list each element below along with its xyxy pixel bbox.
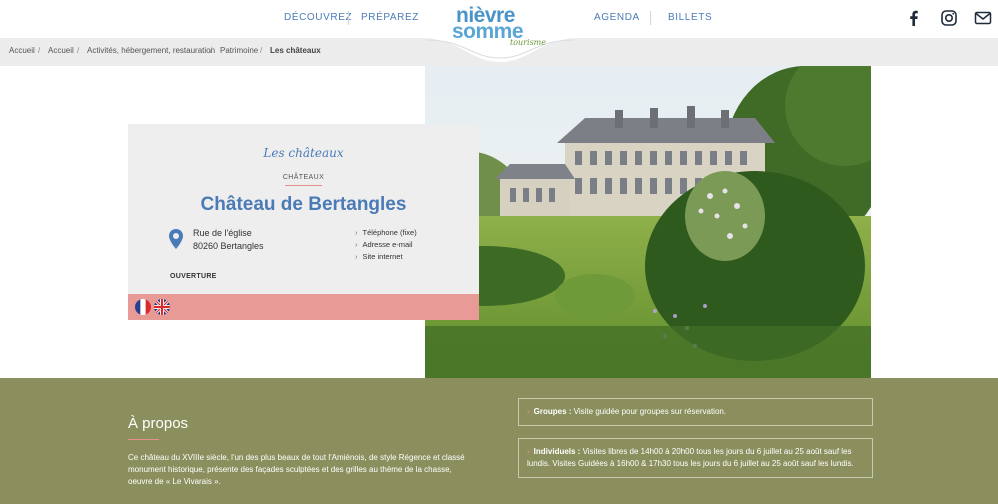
- groups-text: Visite guidée pour groupes sur réservati…: [571, 407, 727, 416]
- about-section: À propos Ce château du XVIIIe siècle, l'…: [0, 378, 998, 504]
- contact-email-link[interactable]: › Adresse e-mail: [355, 240, 413, 249]
- logo-text-tourisme: tourisme: [510, 38, 546, 47]
- breadcrumb-item[interactable]: Patrimoine: [220, 46, 258, 55]
- breadcrumb-item[interactable]: Accueil: [9, 46, 35, 55]
- about-underline: [128, 439, 159, 440]
- address-street: Rue de l'église: [193, 228, 252, 238]
- breadcrumb-separator: /: [38, 46, 41, 55]
- breadcrumb-separator: /: [260, 46, 263, 55]
- site-logo[interactable]: nièvre somme tourisme: [420, 0, 580, 62]
- category-script-title: Les châteaux: [263, 146, 344, 160]
- attraction-card: Les châteaux CHÂTEAUX Château de Bertang…: [128, 124, 479, 320]
- breadcrumb-separator: /: [210, 46, 213, 55]
- contact-phone-link[interactable]: › Téléphone (fixe): [355, 228, 417, 237]
- nav-agenda[interactable]: AGENDA: [594, 12, 640, 23]
- individuals-visit-box: › Individuels : Visites libres de 14h00 à…: [518, 438, 873, 478]
- groups-label: Groupes :: [533, 407, 572, 416]
- fr-flag-icon[interactable]: [135, 299, 151, 315]
- chevron-right-icon: ›: [527, 407, 530, 416]
- contact-website-link[interactable]: › Site internet: [355, 252, 403, 261]
- chevron-right-icon: ›: [355, 240, 358, 249]
- nav-billets[interactable]: BILLETS: [668, 12, 712, 23]
- language-bar: [128, 294, 479, 320]
- category-label: CHÂTEAUX: [282, 174, 325, 181]
- map-pin-icon: [169, 229, 183, 249]
- chevron-right-icon: ›: [355, 228, 358, 237]
- individuals-label: Individuels :: [533, 447, 581, 456]
- nav-divider: [650, 11, 651, 25]
- breadcrumb-item[interactable]: Accueil: [48, 46, 74, 55]
- address-city: 80260 Bertangles: [193, 241, 264, 251]
- category-underline: [285, 185, 322, 186]
- contact-website-label: Site internet: [362, 252, 403, 261]
- breadcrumb-separator: /: [77, 46, 80, 55]
- breadcrumb-current: Les châteaux: [270, 46, 321, 55]
- chevron-right-icon: ›: [527, 447, 530, 456]
- opening-label: OUVERTURE: [170, 273, 217, 280]
- mail-icon[interactable]: [974, 9, 992, 27]
- chateau-photo: [425, 66, 871, 378]
- contact-phone-label: Téléphone (fixe): [362, 228, 417, 237]
- chevron-right-icon: ›: [355, 252, 358, 261]
- facebook-icon[interactable]: [905, 9, 923, 27]
- nav-divider: [348, 11, 349, 25]
- about-description: Ce château du XVIIIe siècle, l'un des pl…: [128, 453, 465, 486]
- attraction-title: Château de Bertangles: [200, 194, 407, 215]
- about-title: À propos: [128, 415, 189, 432]
- nav-preparez[interactable]: PRÉPAREZ: [361, 12, 419, 23]
- groups-visit-box: › Groupes : Visite guidée pour groupes su…: [518, 398, 873, 426]
- contact-email-label: Adresse e-mail: [362, 240, 413, 249]
- uk-flag-icon[interactable]: [154, 299, 170, 315]
- nav-decouvrez[interactable]: DÉCOUVREZ: [284, 12, 352, 23]
- breadcrumb-item[interactable]: Activités, hébergement, restauration: [87, 46, 215, 55]
- instagram-icon[interactable]: [940, 9, 958, 27]
